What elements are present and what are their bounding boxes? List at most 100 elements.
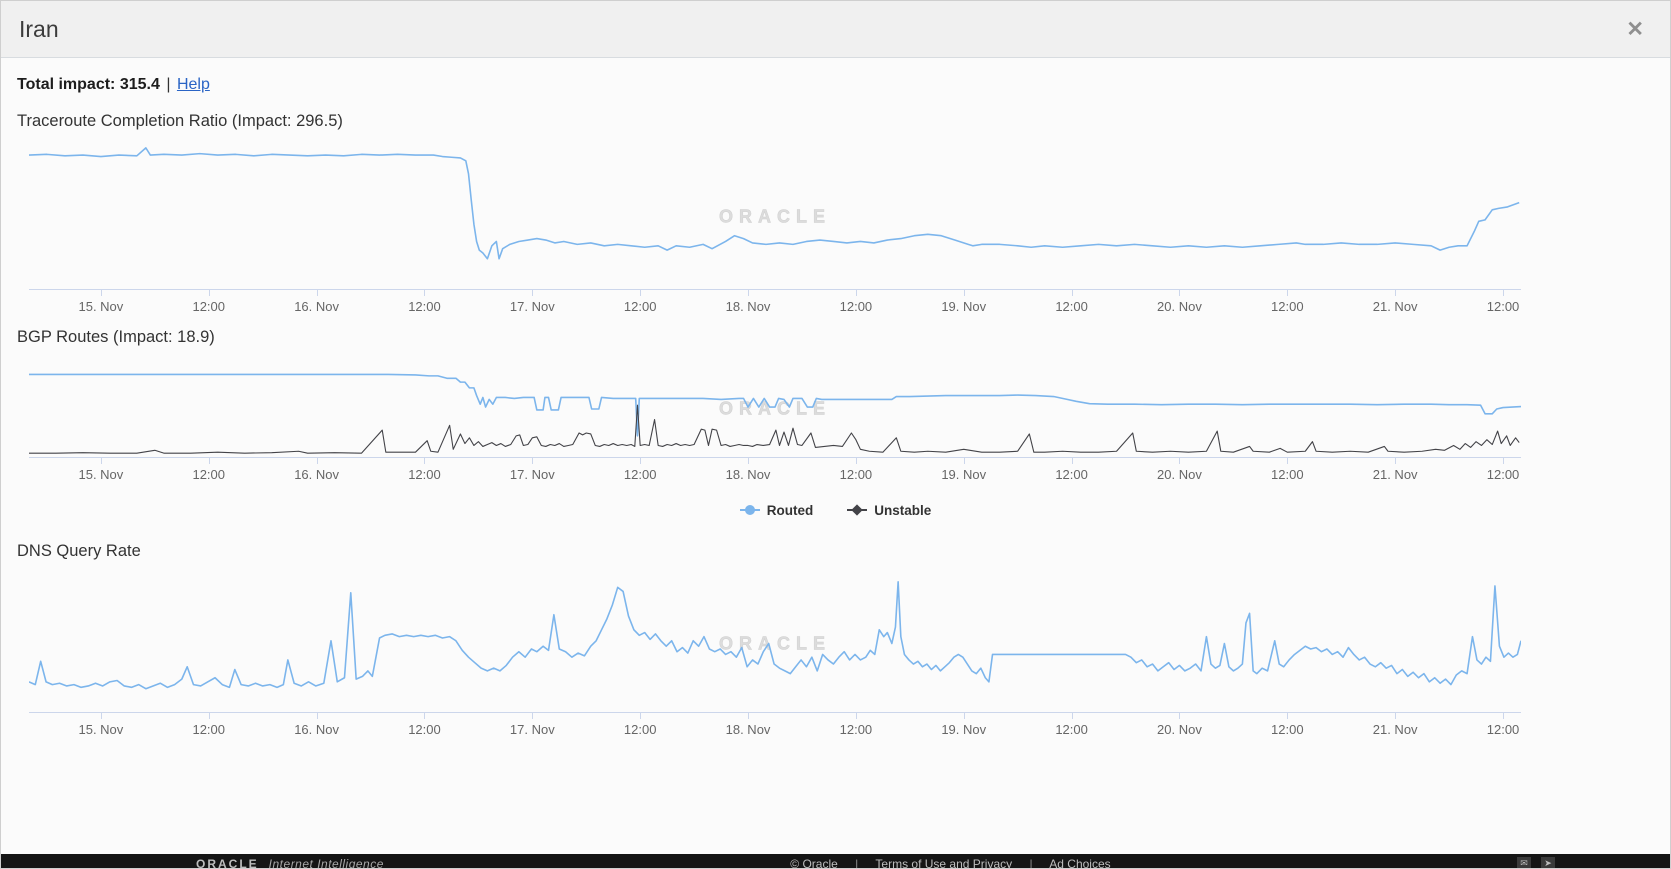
x-axis-tick-label: 12:00	[192, 467, 225, 482]
bgp-chart-title: BGP Routes (Impact: 18.9)	[17, 328, 1654, 347]
x-axis-tickmark	[1395, 713, 1396, 719]
x-axis-tick-label: 15. Nov	[78, 299, 123, 314]
mail-icon[interactable]: ✉	[1517, 857, 1531, 868]
x-axis-tick-label: 12:00	[1055, 467, 1088, 482]
share-icon[interactable]: ➤	[1541, 857, 1555, 868]
x-axis-tick-label: 12:00	[1271, 299, 1304, 314]
x-axis-tickmark	[640, 458, 641, 464]
x-axis-tickmark	[640, 713, 641, 719]
x-axis-tickmark	[424, 458, 425, 464]
x-axis-tick-label: 18. Nov	[726, 467, 771, 482]
x-axis-tick-label: 12:00	[408, 467, 441, 482]
x-axis-tick-label: 20. Nov	[1157, 467, 1202, 482]
x-axis-tick-label: 19. Nov	[941, 299, 986, 314]
x-axis-tick-label: 16. Nov	[294, 722, 339, 737]
footer-copyright: © Oracle	[790, 857, 838, 868]
x-axis-tick-label: 12:00	[624, 722, 657, 737]
x-axis-tick-label: 12:00	[840, 722, 873, 737]
x-axis-tickmark	[856, 290, 857, 296]
footer-link-adchoices[interactable]: Ad Choices	[1049, 857, 1110, 868]
routed-circle-icon	[740, 504, 760, 516]
x-axis-tickmark	[1503, 290, 1504, 296]
x-axis-tick-label: 12:00	[408, 299, 441, 314]
x-axis-tick-label: 12:00	[1487, 467, 1520, 482]
x-axis-tickmark	[748, 458, 749, 464]
x-axis-tick-label: 12:00	[1271, 722, 1304, 737]
x-axis-tick-label: 16. Nov	[294, 467, 339, 482]
x-axis-tickmark	[424, 290, 425, 296]
x-axis-tickmark	[424, 713, 425, 719]
dns-chart-title: DNS Query Rate	[17, 542, 1654, 561]
x-axis-tickmark	[1287, 458, 1288, 464]
x-axis-tickmark	[1395, 290, 1396, 296]
legend-label-unstable: Unstable	[874, 503, 931, 518]
traceroute-x-axis: 15. Nov 12:00 16. Nov 12:00 17. Nov 12:00 18. …	[29, 290, 1521, 320]
x-axis-tickmark	[640, 290, 641, 296]
x-axis-tick-label: 12:00	[840, 299, 873, 314]
x-axis-tick-label: 17. Nov	[510, 299, 555, 314]
x-axis-tickmark	[317, 713, 318, 719]
traceroute-chart-title: Traceroute Completion Ratio (Impact: 296…	[17, 112, 1654, 131]
x-axis-tick-label: 21. Nov	[1373, 299, 1418, 314]
x-axis-tickmark	[209, 713, 210, 719]
help-link[interactable]: Help	[177, 76, 210, 93]
x-axis-tick-label: 20. Nov	[1157, 722, 1202, 737]
x-axis-tickmark	[1395, 458, 1396, 464]
x-axis-tickmark	[748, 713, 749, 719]
x-axis-tick-label: 12:00	[192, 722, 225, 737]
bgp-chart-plot[interactable]: ORACLE	[29, 361, 1521, 458]
x-axis-tickmark	[101, 713, 102, 719]
footer-icons: ✉ ➤	[1517, 857, 1555, 868]
impact-separator: |	[164, 76, 172, 93]
x-axis-tick-label: 16. Nov	[294, 299, 339, 314]
x-axis-tick-label: 12:00	[1487, 722, 1520, 737]
x-axis-tickmark	[532, 713, 533, 719]
traceroute-chart: ORACLE	[29, 145, 1521, 290]
x-axis-tick-label: 20. Nov	[1157, 299, 1202, 314]
x-axis-tickmark	[748, 290, 749, 296]
x-axis-tickmark	[1072, 458, 1073, 464]
x-axis-tickmark	[1287, 713, 1288, 719]
x-axis-tick-label: 12:00	[624, 467, 657, 482]
dns-x-axis: 15. Nov12:0016. Nov12:0017. Nov12:0018. …	[29, 713, 1521, 743]
oracle-logo: ORACLEInternet Intelligence	[196, 857, 384, 868]
dns-chart-plot[interactable]: ORACLE	[29, 575, 1521, 713]
legend-item-unstable[interactable]: Unstable	[847, 503, 931, 518]
close-icon[interactable]: ✕	[1618, 15, 1652, 44]
traceroute-chart-plot[interactable]: ORACLE	[29, 145, 1521, 290]
bgp-x-axis: 15. Nov12:0016. Nov12:0017. Nov12:0018. …	[29, 458, 1521, 488]
x-axis-tick-label: 12:00	[624, 299, 657, 314]
bgp-legend: Routed Unstable	[17, 500, 1654, 520]
modal-header: Iran ✕	[1, 1, 1670, 58]
x-axis-tick-label: 17. Nov	[510, 722, 555, 737]
legend-item-routed[interactable]: Routed	[740, 503, 814, 518]
x-axis-tickmark	[101, 458, 102, 464]
bgp-chart: ORACLE	[29, 361, 1521, 458]
x-axis-tickmark	[1179, 713, 1180, 719]
x-axis-tick-label: 21. Nov	[1373, 722, 1418, 737]
x-axis-tick-label: 12:00	[1055, 299, 1088, 314]
total-impact-label: Total impact:	[17, 76, 115, 93]
x-axis-tick-label: 12:00	[840, 467, 873, 482]
legend-label-routed: Routed	[767, 503, 814, 518]
x-axis-tick-label: 15. Nov	[78, 722, 123, 737]
modal-content: Total impact: 315.4 | Help Traceroute Co…	[1, 58, 1670, 743]
x-axis-tick-label: 21. Nov	[1373, 467, 1418, 482]
x-axis-tickmark	[209, 458, 210, 464]
x-axis-tickmark	[1503, 713, 1504, 719]
x-axis-tick-label: 18. Nov	[726, 299, 771, 314]
x-axis-tickmark	[964, 290, 965, 296]
x-axis-tickmark	[1503, 458, 1504, 464]
x-axis-tick-label: 12:00	[1271, 467, 1304, 482]
total-impact-value: 315.4	[120, 76, 160, 93]
x-axis-tickmark	[856, 713, 857, 719]
x-axis-tick-label: 12:00	[408, 722, 441, 737]
footer-bar: ORACLEInternet Intelligence © Oracle | T…	[1, 854, 1670, 868]
x-axis-tickmark	[964, 713, 965, 719]
footer-link-terms[interactable]: Terms of Use and Privacy	[875, 857, 1012, 868]
x-axis-tickmark	[1072, 290, 1073, 296]
x-axis-tickmark	[1179, 458, 1180, 464]
dns-chart: ORACLE	[29, 575, 1521, 713]
x-axis-tickmark	[209, 290, 210, 296]
x-axis-tickmark	[856, 458, 857, 464]
